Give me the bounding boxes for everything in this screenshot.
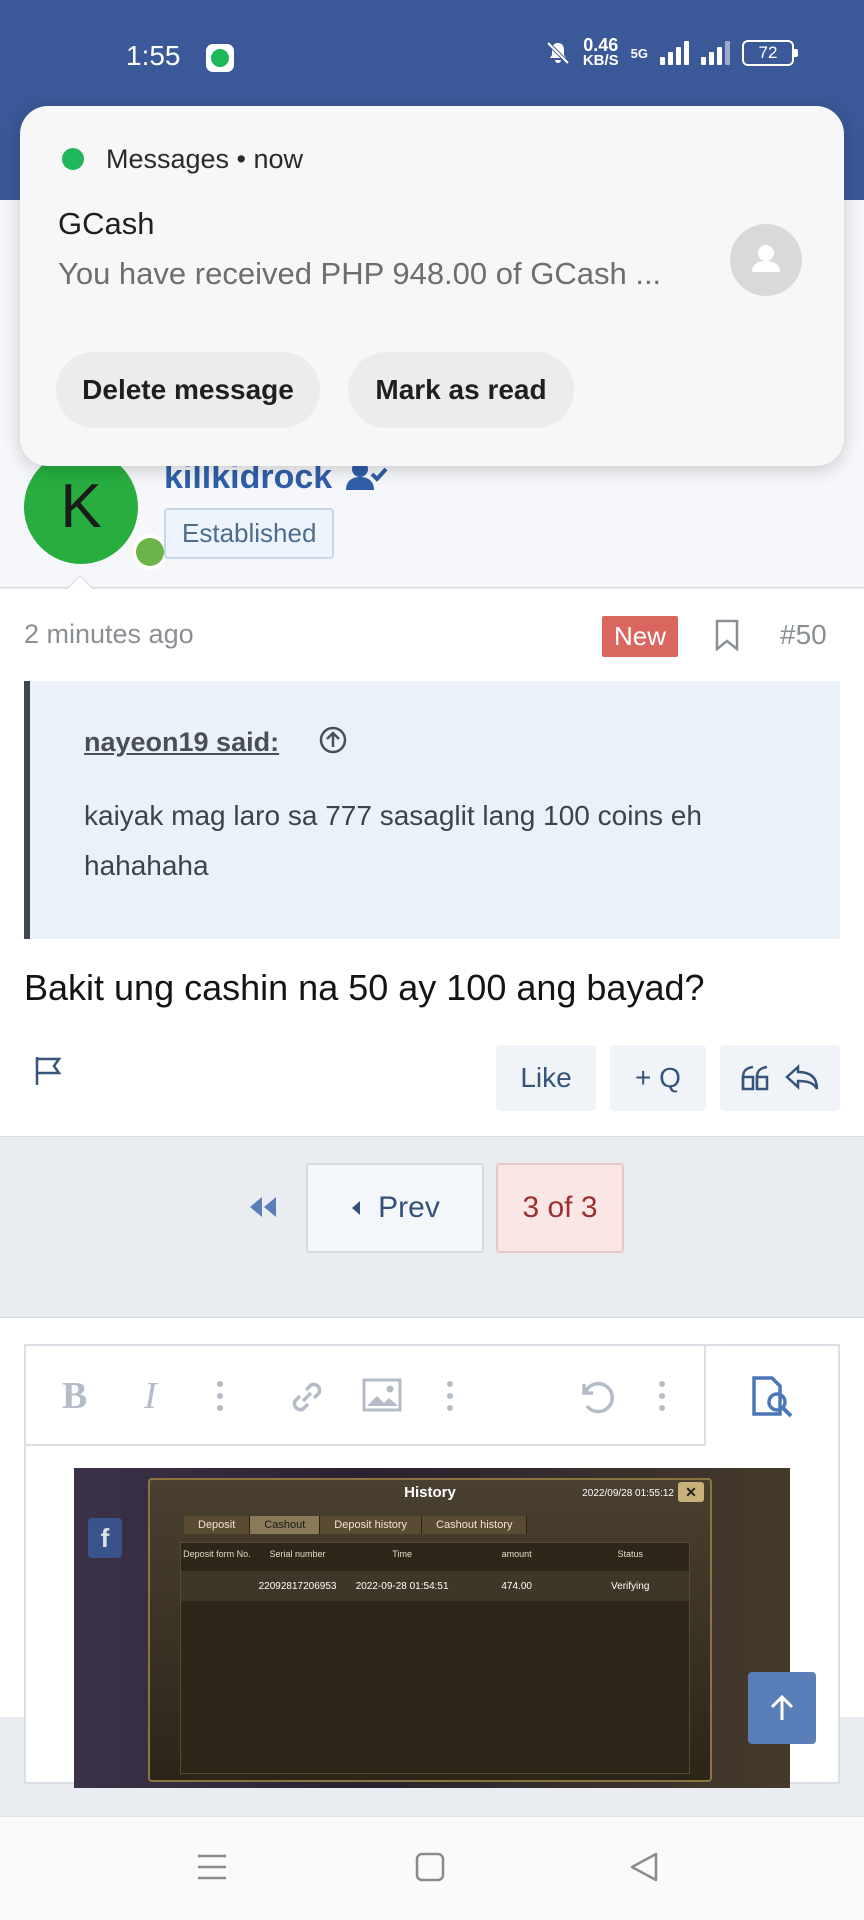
signal-icon [660, 41, 689, 65]
status-time: 1:55 [126, 40, 181, 71]
person-icon [752, 245, 780, 272]
caret-left-icon [352, 1201, 361, 1215]
embedded-screenshot: f History 2022/09/28 01:55:12 ✕ Deposit … [74, 1468, 790, 1788]
reply-icon [785, 1064, 819, 1090]
italic-button[interactable]: I [144, 1374, 157, 1418]
user-title-badge: Established [164, 508, 335, 559]
history-tabs: Deposit Cashout Deposit history Cashout … [184, 1516, 528, 1534]
undo-icon[interactable] [574, 1376, 614, 1416]
image-icon[interactable] [362, 1378, 402, 1412]
link-icon[interactable] [286, 1376, 328, 1418]
table-header: Deposit form No. Serial number Time amou… [181, 1549, 689, 1559]
column-header: Time [392, 1549, 412, 1559]
post-number[interactable]: #50 [780, 619, 827, 651]
tab-deposit: Deposit [184, 1516, 251, 1534]
pagination: Prev 3 of 3 [0, 1137, 864, 1317]
delete-message-button[interactable]: Delete message [56, 352, 320, 428]
column-header: Serial number [269, 1549, 326, 1559]
net-type: 5G [630, 45, 648, 61]
notification-card[interactable]: Messages • now GCash You have received P… [20, 106, 844, 466]
quote-text: kaiyak mag laro sa 777 sasaglit lang 100… [84, 800, 702, 881]
signal-icon-2 [701, 41, 730, 65]
report-flag-icon[interactable] [34, 1055, 64, 1087]
more-vertical-icon-3[interactable] [658, 1380, 666, 1412]
battery-icon: 72 [742, 40, 798, 66]
facebook-icon: f [88, 1518, 122, 1558]
cell-amount: 474.00 [501, 1580, 532, 1592]
arrow-up-icon [770, 1694, 794, 1720]
system-nav-bar [0, 1816, 864, 1920]
like-button[interactable]: Like [496, 1045, 596, 1111]
tab-cashout-history: Cashout history [422, 1516, 528, 1534]
post-arrow [66, 575, 94, 590]
avatar[interactable]: K [24, 450, 138, 564]
messages-app-icon [62, 148, 84, 170]
cell-time: 2022-09-28 01:54:51 [355, 1580, 449, 1592]
tab-deposit-history: Deposit history [320, 1516, 423, 1534]
cell-serial: 22092817206953 [258, 1580, 337, 1592]
table-row: 22092817206953 2022-09-28 01:54:51 474.0… [181, 1571, 689, 1601]
history-window: History 2022/09/28 01:55:12 ✕ Deposit Ca… [148, 1478, 712, 1782]
first-page-icon[interactable] [248, 1195, 278, 1219]
notification-text: You have received PHP 948.00 of GCash ..… [58, 256, 662, 291]
sender-avatar [730, 224, 802, 296]
editor-toolbar: B I [26, 1346, 706, 1446]
multiquote-button[interactable]: + Q [610, 1045, 706, 1111]
close-icon: ✕ [678, 1482, 704, 1502]
quote-block: nayeon19 said: kaiyak mag laro sa 777 sa… [24, 681, 840, 939]
scroll-to-top-button[interactable] [748, 1672, 816, 1744]
column-header: Deposit form No. [183, 1549, 251, 1559]
home-icon[interactable] [414, 1851, 446, 1883]
back-icon[interactable] [628, 1851, 660, 1883]
column-header: amount [501, 1549, 532, 1559]
notification-title: GCash [58, 206, 155, 241]
status-indicators: 0.46 KB/S 5G 72 [545, 35, 798, 69]
reply-button[interactable] [720, 1045, 840, 1111]
arrow-up-circle-icon[interactable] [318, 725, 348, 755]
post-time[interactable]: 2 minutes ago [24, 619, 194, 650]
messages-status-icon [206, 44, 234, 72]
bold-button[interactable]: B [62, 1374, 87, 1418]
tab-cashout: Cashout [250, 1516, 321, 1534]
net-speed: 0.46 KB/S [582, 35, 619, 69]
online-status-icon [132, 534, 168, 570]
mute-icon [546, 41, 570, 65]
quote-icon [741, 1065, 769, 1091]
mark-as-read-button[interactable]: Mark as read [348, 352, 574, 428]
notification-app-name: Messages • now [106, 144, 304, 174]
cell-status: Verifying [611, 1580, 650, 1592]
post-body: Bakit ung cashin na 50 ay 100 ang bayad? [24, 967, 705, 1008]
current-page-indicator[interactable]: 3 of 3 [496, 1163, 624, 1253]
history-datetime: 2022/09/28 01:55:12 [582, 1488, 674, 1499]
history-table: Deposit form No. Serial number Time amou… [180, 1542, 690, 1774]
bookmark-icon[interactable] [714, 619, 740, 651]
quote-author-link[interactable]: nayeon19 said: [84, 727, 279, 758]
column-header: Status [617, 1549, 643, 1559]
post-message: 2 minutes ago New #50 nayeon19 said: kai… [0, 589, 864, 1137]
more-vertical-icon[interactable] [216, 1380, 224, 1412]
recents-menu-icon[interactable] [196, 1851, 228, 1883]
preview-icon[interactable] [750, 1376, 796, 1418]
new-badge: New [602, 616, 679, 657]
more-vertical-icon-2[interactable] [446, 1380, 454, 1412]
prev-page-button[interactable]: Prev [306, 1163, 484, 1253]
prev-label: Prev [378, 1191, 440, 1224]
